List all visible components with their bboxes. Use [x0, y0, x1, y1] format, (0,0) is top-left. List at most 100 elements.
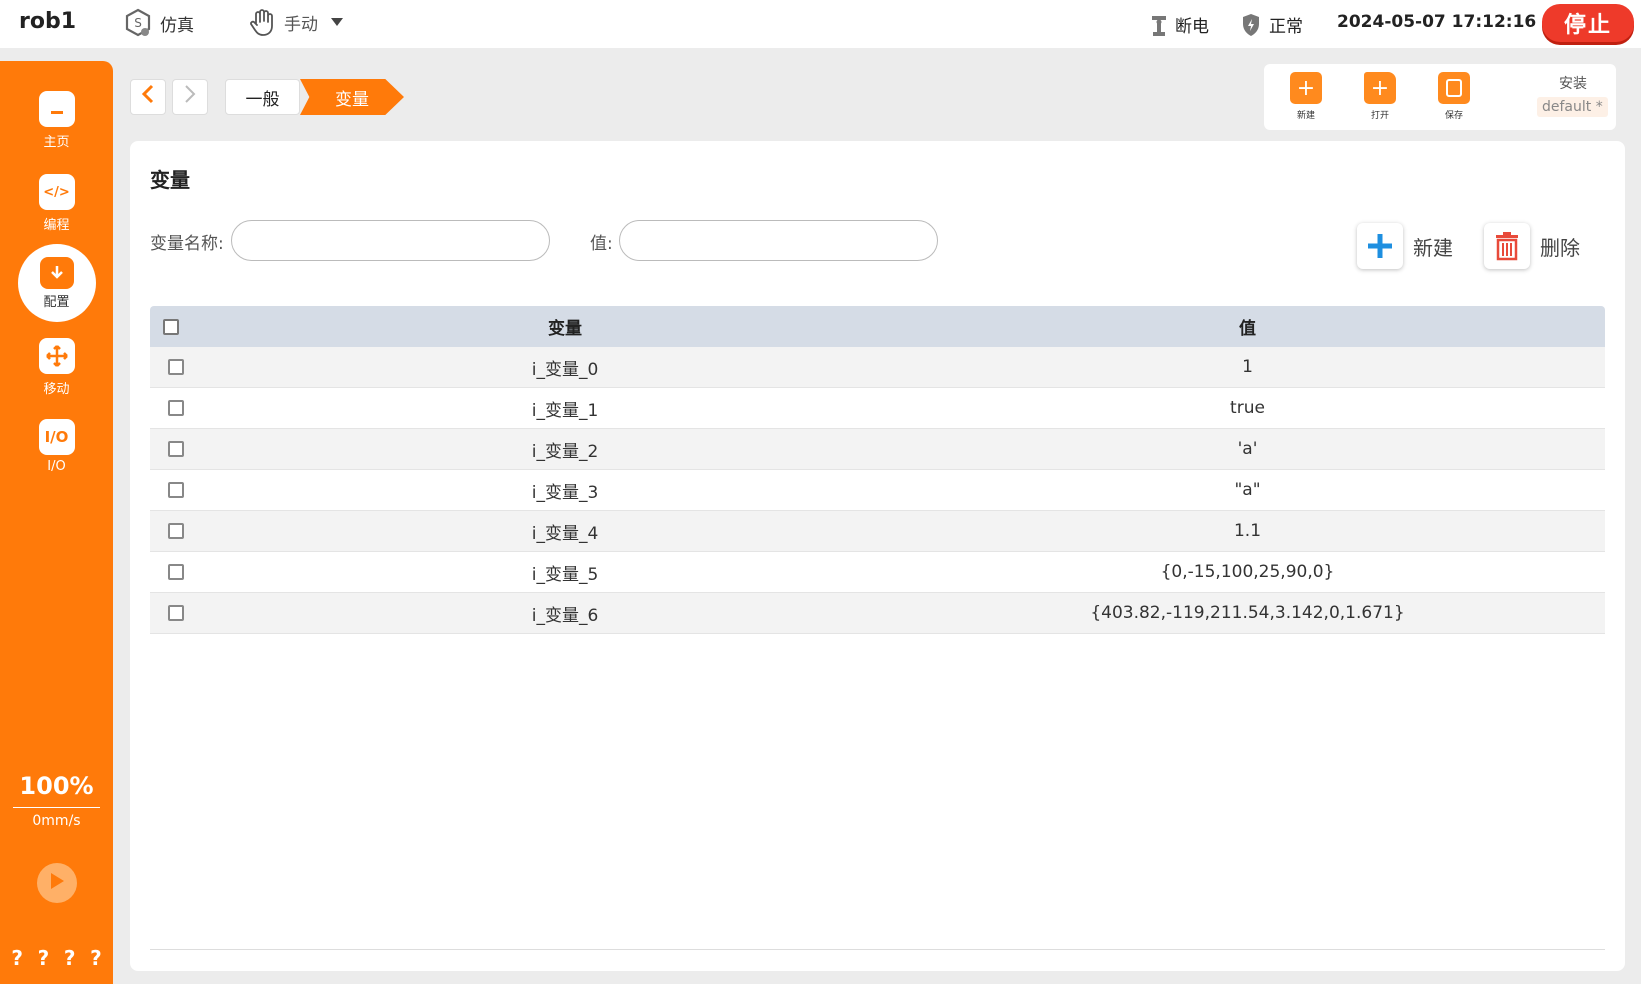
save-icon	[1438, 72, 1470, 104]
sidebar-item-config[interactable]: 配置	[0, 244, 113, 322]
help-icon[interactable]: ?	[64, 946, 76, 970]
row-checkbox[interactable]	[168, 523, 184, 539]
move-icon	[38, 338, 75, 374]
divider	[13, 807, 100, 808]
help-icon[interactable]: ?	[11, 946, 23, 970]
new-file-label: 新建	[1296, 111, 1315, 121]
variable-name: i_变量_1	[531, 400, 599, 421]
mode-label: 手动	[284, 14, 318, 35]
table-row[interactable]: i_变量_6 {403.82,-119,211.54,3.142,0,1.671…	[150, 593, 1605, 634]
play-icon	[49, 872, 65, 894]
table-row[interactable]: i_变量_1 true	[150, 388, 1605, 429]
column-header-value: 值	[1239, 319, 1256, 339]
chevron-down-icon	[330, 12, 344, 32]
table-header: 变量 值	[150, 306, 1605, 347]
sim-mode-indicator[interactable]: S 仿真	[124, 8, 194, 38]
home-icon	[38, 91, 75, 127]
row-checkbox[interactable]	[168, 400, 184, 416]
install-value[interactable]: default *	[1537, 97, 1608, 117]
code-icon: </>	[38, 174, 75, 210]
table-row[interactable]: i_变量_3 "a"	[150, 470, 1605, 511]
file-panel: + 新建 + 打开 保存 安装 default *	[1264, 64, 1616, 130]
variable-value: "a"	[1234, 480, 1261, 500]
plus-icon	[1357, 223, 1403, 269]
stop-button[interactable]: 停止	[1542, 4, 1634, 42]
row-checkbox[interactable]	[168, 482, 184, 498]
svg-text:S: S	[134, 16, 142, 30]
help-icon[interactable]: ?	[38, 946, 50, 970]
shield-icon	[1241, 13, 1261, 37]
manual-mode-dropdown[interactable]: 手动	[246, 6, 344, 38]
breadcrumb-general[interactable]: 一般	[225, 79, 300, 115]
variable-value: {403.82,-119,211.54,3.142,0,1.671}	[1090, 603, 1405, 623]
save-file-button[interactable]: 保存	[1434, 72, 1474, 121]
safety-label: 正常	[1269, 17, 1303, 37]
table-row[interactable]: i_变量_4 1.1	[150, 511, 1605, 552]
chevron-left-icon	[141, 84, 155, 110]
play-button[interactable]	[37, 863, 77, 903]
config-icon	[39, 256, 74, 289]
name-filter-label: 变量名称:	[150, 234, 224, 254]
save-file-label: 保存	[1444, 111, 1463, 121]
active-indicator: 配置	[17, 244, 96, 322]
install-label: 安装	[1559, 76, 1587, 92]
sidebar-item-label: 主页	[43, 135, 70, 150]
table-body: i_变量_0 1 i_变量_1 true i_变量_2 'a' i_变量_3 "…	[150, 347, 1605, 634]
sidebar-item-home[interactable]: 主页	[0, 91, 113, 150]
table-row[interactable]: i_变量_5 {0,-15,100,25,90,0}	[150, 552, 1605, 593]
row-checkbox[interactable]	[168, 441, 184, 457]
sidebar-item-label: I/O	[47, 459, 66, 474]
variable-name: i_变量_2	[531, 441, 599, 462]
sidebar-item-label: 移动	[43, 382, 70, 397]
new-variable-label: 新建	[1413, 235, 1453, 260]
robot-name: rob1	[19, 9, 77, 34]
open-file-button[interactable]: + 打开	[1360, 72, 1400, 121]
io-icon: I/O	[38, 419, 75, 455]
forward-button[interactable]	[172, 79, 208, 115]
row-checkbox[interactable]	[168, 359, 184, 375]
variable-value: {0,-15,100,25,90,0}	[1160, 562, 1335, 582]
row-checkbox[interactable]	[168, 605, 184, 621]
back-button[interactable]	[130, 79, 166, 115]
variable-value: 1.1	[1233, 521, 1262, 541]
variable-value: 1	[1242, 357, 1253, 377]
name-filter-input[interactable]	[231, 220, 550, 261]
new-file-icon: +	[1290, 72, 1322, 104]
speed-value: 0mm/s	[32, 813, 81, 829]
trash-icon	[1484, 223, 1530, 269]
open-file-label: 打开	[1370, 111, 1389, 121]
datetime: 2024-05-07 17:12:16	[1337, 12, 1537, 32]
delete-variable-button[interactable]: 删除	[1484, 223, 1580, 269]
help-row: ? ? ? ?	[0, 946, 113, 970]
variables-card: 变量 变量名称: 值: 新建 删除 变量 值 i_变量_0 1 i_变量_1 t…	[130, 141, 1625, 971]
variables-table: 变量 值 i_变量_0 1 i_变量_1 true i_变量_2 'a' i_变…	[150, 306, 1605, 634]
select-all-checkbox[interactable]	[163, 318, 179, 335]
page-title: 变量	[150, 168, 190, 192]
table-row[interactable]: i_变量_0 1	[150, 347, 1605, 388]
new-file-button[interactable]: + 新建	[1286, 72, 1326, 121]
speed-percent[interactable]: 100%	[0, 772, 113, 800]
table-row[interactable]: i_变量_2 'a'	[150, 429, 1605, 470]
help-icon[interactable]: ?	[90, 946, 102, 970]
new-variable-button[interactable]: 新建	[1357, 223, 1453, 269]
safety-status: 正常	[1241, 12, 1303, 37]
sidebar-item-move[interactable]: 移动	[0, 338, 113, 397]
sidebar-item-label: 配置	[43, 294, 70, 310]
top-bar: rob1 S 仿真 手动 断电 正常 2024-05-07 17:12:16 停…	[0, 0, 1641, 48]
sidebar-item-io[interactable]: I/O I/O	[0, 419, 113, 474]
variable-name: i_变量_4	[531, 523, 599, 544]
variable-name: i_变量_6	[531, 605, 599, 626]
sidebar-item-program[interactable]: </> 编程	[0, 174, 113, 233]
power-status: 断电	[1149, 12, 1209, 37]
delete-variable-label: 删除	[1540, 235, 1580, 260]
variable-value: true	[1230, 398, 1265, 418]
variable-name: i_变量_3	[531, 482, 599, 503]
breadcrumb-variables[interactable]: 变量	[300, 79, 404, 115]
row-checkbox[interactable]	[168, 564, 184, 580]
power-label: 断电	[1175, 17, 1209, 37]
value-filter-input[interactable]	[619, 220, 938, 261]
column-header-variable: 变量	[548, 319, 582, 339]
hand-icon	[246, 6, 278, 38]
robot-arm-icon	[1149, 13, 1169, 37]
chevron-right-icon	[183, 84, 197, 110]
